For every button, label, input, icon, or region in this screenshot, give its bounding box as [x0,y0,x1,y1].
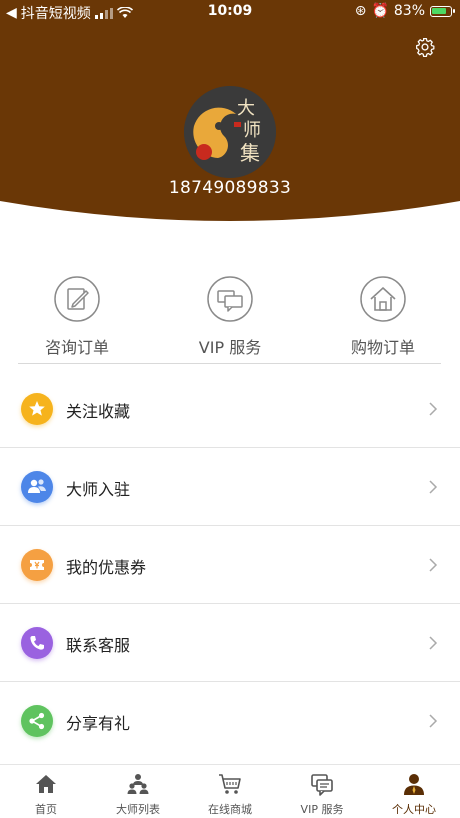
tab-label: 大师列表 [116,803,160,816]
avatar[interactable]: 大 师 集 [184,86,276,178]
tab-online-mall[interactable]: 在线商城 [184,765,276,818]
profile-menu: 关注收藏 大师入驻 我的优惠券 联系客服 分享有礼 [0,370,460,760]
svg-text:大: 大 [237,98,255,119]
master-logo-icon: 大 师 集 [184,86,276,178]
user-phone: 18749089833 [168,178,292,198]
svg-text:集: 集 [240,141,260,165]
group-icon [127,774,149,794]
quick-consult-orders[interactable]: 咨询订单 [17,276,137,358]
tab-label: 首页 [35,803,57,816]
quick-shopping-orders[interactable]: 购物订单 [323,276,443,358]
profile-header: ◀ 抖音短视频 10:09 ⊛ ⏰ 83% 大 师 集 18749089833 [0,0,460,226]
tab-label: 个人中心 [392,803,436,816]
chat-icon [207,276,253,322]
chevron-right-icon [429,402,438,416]
menu-label: 分享有礼 [66,714,131,733]
cart-icon [219,774,241,794]
home-icon [360,276,406,322]
divider [18,363,441,364]
menu-coupons[interactable]: 我的优惠券 [0,526,460,604]
chat-icon [311,774,333,796]
menu-label: 联系客服 [66,636,131,655]
ticket-icon [21,549,53,581]
menu-label: 大师入驻 [66,480,131,499]
quick-actions: 咨询订单 VIP 服务 购物订单 [0,276,460,366]
tab-vip-service[interactable]: VIP 服务 [276,765,368,818]
quick-label: 咨询订单 [44,338,109,357]
tab-label: 在线商城 [208,803,252,816]
chevron-right-icon [429,636,438,650]
menu-label: 我的优惠券 [66,558,147,577]
tab-label: VIP 服务 [300,803,344,816]
tab-master-list[interactable]: 大师列表 [92,765,184,818]
menu-label: 关注收藏 [66,402,131,421]
menu-customer-service[interactable]: 联系客服 [0,604,460,682]
alarm-icon: ⏰ [371,3,389,19]
phone-icon [21,627,53,659]
battery-icon [430,5,455,17]
tab-home[interactable]: 首页 [0,765,92,818]
lock-rotation-icon: ⊛ [354,3,367,19]
chevron-right-icon [429,558,438,572]
star-icon [21,393,53,425]
chevron-right-icon [429,714,438,728]
header-curve [0,201,460,226]
status-bar: ◀ 抖音短视频 10:09 ⊛ ⏰ 83% [0,0,460,24]
menu-share-gift[interactable]: 分享有礼 [0,682,460,760]
chevron-right-icon [429,480,438,494]
battery-percent: 83% [393,3,425,19]
quick-label: VIP 服务 [198,338,262,357]
quick-label: 购物订单 [350,338,415,357]
svg-text:师: 师 [243,120,261,141]
bottom-tab-bar: 首页 大师列表 在线商城 VIP 服务 个人中心 [0,764,460,818]
users-icon [21,471,53,503]
edit-icon [54,276,100,322]
settings-gear-icon[interactable] [415,37,435,57]
quick-vip-service[interactable]: VIP 服务 [170,276,290,358]
menu-master-join[interactable]: 大师入驻 [0,448,460,526]
share-icon [21,705,53,737]
menu-favorites[interactable]: 关注收藏 [0,370,460,448]
home-icon [36,775,56,793]
tab-personal-center[interactable]: 个人中心 [368,765,460,818]
person-icon [404,774,424,795]
